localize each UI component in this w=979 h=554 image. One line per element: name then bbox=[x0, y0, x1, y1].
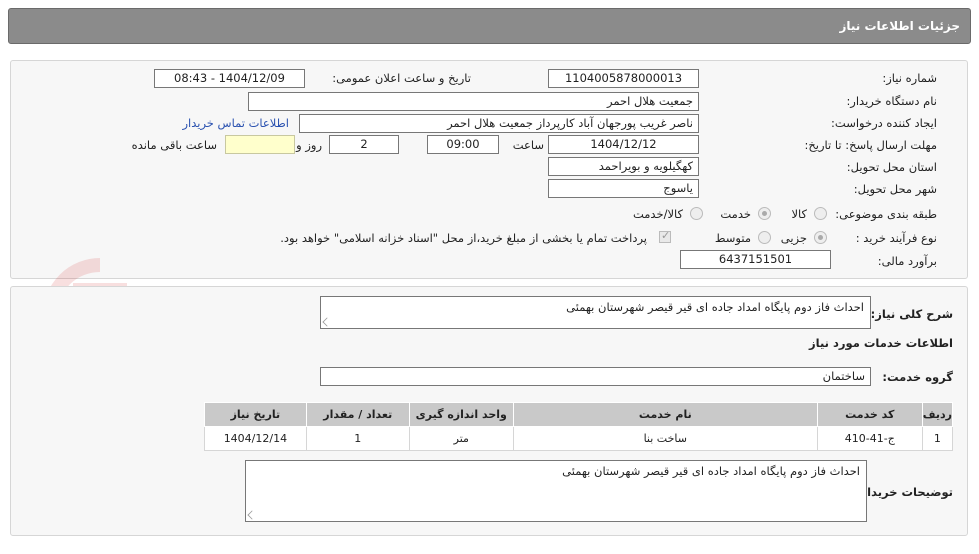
hours-remaining-label: ساعت باقی مانده bbox=[131, 138, 217, 152]
deadline-time-field[interactable]: 09:00 bbox=[427, 135, 499, 154]
summary-label: شرح کلی نیاز: bbox=[870, 307, 953, 321]
process-radio-minor[interactable] bbox=[814, 231, 827, 244]
category-option-goods: کالا bbox=[791, 207, 807, 221]
cell-service-name: ساخت بنا bbox=[512, 426, 818, 451]
column-header-need-date: تاریخ نیاز bbox=[204, 402, 307, 427]
cell-need-date: 1404/12/14 bbox=[204, 426, 307, 451]
deadline-date-field[interactable]: 1404/12/12 bbox=[548, 135, 699, 154]
category-radio-goods-service[interactable] bbox=[690, 207, 703, 220]
cell-quantity: 1 bbox=[305, 426, 410, 451]
summary-textarea[interactable]: احداث فاز دوم پایگاه امداد جاده ای قیر ق… bbox=[320, 296, 871, 329]
treasury-payment-note: پرداخت تمام یا بخشی از مبلغ خرید،از محل … bbox=[280, 231, 647, 245]
need-number-label: شماره نیاز: bbox=[882, 71, 937, 85]
buyer-description-textarea[interactable]: احداث فاز دوم پایگاه امداد جاده ای قیر ق… bbox=[245, 460, 867, 522]
page-title: جزئیات اطلاعات نیاز bbox=[839, 19, 960, 33]
need-number-field[interactable]: 1104005878000013 bbox=[548, 69, 699, 88]
buyer-contact-link[interactable]: اطلاعات تماس خریدار bbox=[182, 116, 289, 130]
process-option-medium: متوسط bbox=[714, 231, 751, 245]
treasury-payment-checkbox[interactable] bbox=[659, 229, 671, 243]
province-field[interactable]: کهگیلویه و بویراحمد bbox=[548, 157, 699, 176]
resize-grip-icon[interactable] bbox=[247, 510, 257, 520]
creator-label: ایجاد کننده درخواست: bbox=[831, 116, 937, 130]
days-label: روز و bbox=[296, 138, 322, 152]
city-field[interactable]: یاسوج bbox=[548, 179, 699, 198]
hours-remaining-field[interactable] bbox=[225, 135, 295, 154]
announce-field[interactable]: 1404/12/09 - 08:43 bbox=[154, 69, 305, 88]
budget-field[interactable]: 6437151501 bbox=[680, 250, 831, 269]
deadline-time-label: ساعت bbox=[512, 138, 544, 152]
need-info-panel: شماره نیاز: 1104005878000013 تاریخ و ساع… bbox=[10, 60, 968, 279]
category-option-service: خدمت bbox=[720, 207, 751, 221]
category-radio-goods[interactable] bbox=[814, 207, 827, 220]
buyer-description-label: توضیحات خریدار: bbox=[855, 485, 953, 499]
province-label: استان محل تحویل: bbox=[846, 160, 937, 174]
column-header-quantity: تعداد / مقدار bbox=[305, 402, 410, 427]
table-header-row: ردیف کد خدمت نام خدمت واحد اندازه گیری ت… bbox=[204, 402, 954, 427]
cell-unit: متر bbox=[408, 426, 514, 451]
category-radio-service[interactable] bbox=[758, 207, 771, 220]
buyer-description-text: احداث فاز دوم پایگاه امداد جاده ای قیر ق… bbox=[562, 464, 860, 478]
budget-label: برآورد مالی: bbox=[877, 254, 937, 268]
city-label: شهر محل تحویل: bbox=[853, 182, 937, 196]
column-header-service-code: کد خدمت bbox=[816, 402, 923, 427]
creator-field[interactable]: ناصر غریب پورجهان آباد کارپرداز جمعیت هل… bbox=[299, 114, 699, 133]
category-label: طبقه بندی موضوعی: bbox=[835, 207, 937, 221]
cell-service-code: ج-41-410 bbox=[816, 426, 923, 451]
summary-text: احداث فاز دوم پایگاه امداد جاده ای قیر ق… bbox=[566, 300, 864, 314]
category-option-goods-service: کالا/خدمت bbox=[632, 207, 683, 221]
column-header-row-number: ردیف bbox=[921, 402, 954, 427]
days-remaining-field[interactable]: 2 bbox=[329, 135, 399, 154]
cell-row-number: 1 bbox=[921, 426, 954, 451]
services-table: ردیف کد خدمت نام خدمت واحد اندازه گیری ت… bbox=[204, 402, 954, 451]
buyer-org-field[interactable]: جمعیت هلال احمر bbox=[248, 92, 699, 111]
resize-grip-icon[interactable] bbox=[322, 317, 332, 327]
announce-label: تاریخ و ساعت اعلان عمومی: bbox=[332, 71, 471, 85]
service-group-label: گروه خدمت: bbox=[882, 370, 953, 384]
process-radio-medium[interactable] bbox=[758, 231, 771, 244]
page-header: جزئیات اطلاعات نیاز bbox=[8, 8, 971, 44]
services-section-title: اطلاعات خدمات مورد نیاز bbox=[809, 336, 953, 350]
service-group-field[interactable]: ساختمان bbox=[320, 367, 871, 386]
table-row[interactable]: 1 ج-41-410 ساخت بنا متر 1 1404/12/14 bbox=[204, 426, 954, 451]
process-option-minor: جزیی bbox=[780, 231, 807, 245]
deadline-label: مهلت ارسال پاسخ: تا تاریخ: bbox=[804, 138, 937, 152]
buyer-org-label: نام دستگاه خریدار: bbox=[846, 94, 937, 108]
column-header-service-name: نام خدمت bbox=[512, 402, 818, 427]
column-header-unit: واحد اندازه گیری bbox=[408, 402, 514, 427]
process-label: نوع فرآیند خرید : bbox=[855, 231, 937, 245]
